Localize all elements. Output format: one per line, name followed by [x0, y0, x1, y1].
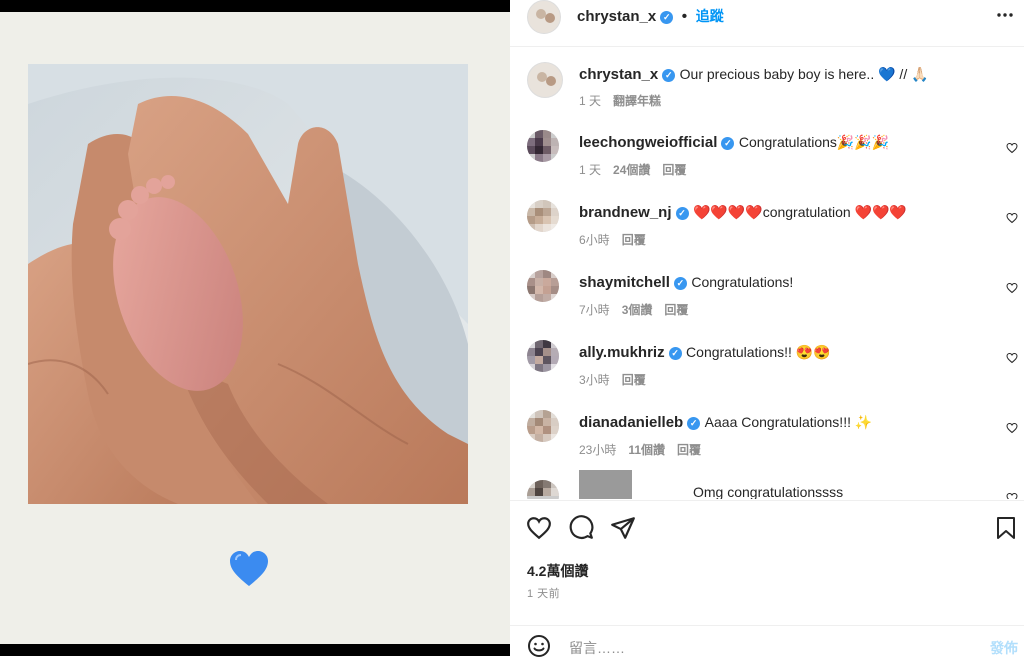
- reply-button[interactable]: 回覆: [677, 443, 701, 457]
- comment-item-partial: Omg congratulationssss: [510, 470, 1024, 499]
- comment-bubble-icon[interactable]: [568, 515, 594, 541]
- comment-likes-count[interactable]: 3個讚: [622, 303, 653, 317]
- verified-badge-icon: ✓: [673, 277, 687, 290]
- comment-text: ❤️❤️❤️❤️congratulation ❤️❤️❤️: [692, 204, 907, 220]
- comment-username[interactable]: ally.mukhriz: [579, 344, 665, 361]
- author-username[interactable]: chrystan_x: [577, 8, 656, 25]
- comment-time[interactable]: 1 天: [579, 163, 601, 177]
- verified-badge-icon: ✓: [687, 417, 701, 430]
- commenter-avatar[interactable]: [527, 480, 559, 499]
- post-details-panel: chrystan_x ✓ • 追蹤 chrystan_x ✓ Our preciou…: [510, 0, 1024, 657]
- comment-time[interactable]: 6小時: [579, 233, 610, 247]
- reply-button[interactable]: 回覆: [622, 233, 646, 247]
- verified-badge-icon: ✓: [668, 347, 682, 360]
- comment-username[interactable]: shaymitchell: [579, 274, 670, 291]
- comment-line: ally.mukhriz ✓ Congratulations!! 😍😍: [579, 344, 831, 362]
- comment-username[interactable]: leechongweiofficial: [579, 134, 717, 151]
- baby-feet-image: [28, 64, 468, 504]
- comment-heart-icon[interactable]: [1006, 212, 1018, 224]
- comment-text: Congratulations🎉🎉🎉: [738, 134, 890, 150]
- comment-heart-icon[interactable]: [1006, 422, 1018, 434]
- post-time-ago[interactable]: 1 天前: [527, 585, 560, 601]
- comment-time[interactable]: 23小時: [579, 443, 616, 457]
- comment-meta: 6小時 回覆: [579, 231, 658, 248]
- comment-username[interactable]: dianadanielleb: [579, 414, 683, 431]
- post-comment-button[interactable]: 發佈: [990, 638, 1018, 658]
- caption-row: chrystan_x ✓ Our precious baby boy is her…: [510, 62, 1024, 112]
- comment-line: dianadanielleb ✓ Aaaa Congratulations!!! …: [579, 414, 872, 432]
- emoji-smiley-icon[interactable]: [527, 634, 551, 658]
- caption-line: chrystan_x ✓ Our precious baby boy is her…: [579, 66, 929, 84]
- comment-line: leechongweiofficial ✓ Congratulations🎉🎉🎉: [579, 134, 889, 152]
- caption-time[interactable]: 1 天: [579, 94, 601, 108]
- caption-meta: 1 天翻譯年糕: [579, 92, 673, 109]
- commenter-avatar[interactable]: [527, 340, 559, 372]
- author-avatar[interactable]: [527, 0, 561, 34]
- censored-username-block: [579, 470, 632, 499]
- header-user-line: chrystan_x ✓ • 追蹤: [577, 6, 724, 26]
- comment-text: Aaaa Congratulations!!! ✨: [704, 414, 873, 430]
- verified-badge-icon: ✓: [660, 11, 674, 24]
- verified-badge-icon: ✓: [721, 137, 735, 150]
- comment-time[interactable]: 7小時: [579, 303, 610, 317]
- like-heart-icon[interactable]: [526, 515, 552, 541]
- verified-badge-icon: ✓: [662, 69, 676, 82]
- share-paper-plane-icon[interactable]: [610, 515, 636, 541]
- verified-badge-icon: ✓: [675, 207, 689, 220]
- commenter-avatar[interactable]: [527, 410, 559, 442]
- caption-text: Our precious baby boy is here.. 💙 // 🙏🏻: [679, 66, 929, 82]
- comment-item: leechongweiofficial ✓ Congratulations🎉🎉🎉 …: [510, 130, 1024, 180]
- reply-button[interactable]: 回覆: [664, 303, 688, 317]
- translate-button[interactable]: 翻譯年糕: [613, 94, 661, 108]
- separator-dot: •: [681, 8, 688, 25]
- comment-text: Congratulations!! 😍😍: [686, 344, 831, 360]
- reply-button[interactable]: 回覆: [622, 373, 646, 387]
- comment-meta: 1 天 24個讚 回覆: [579, 161, 698, 178]
- post-header: chrystan_x ✓ • 追蹤: [510, 0, 1024, 47]
- blue-heart-icon: [228, 548, 270, 590]
- commenter-avatar[interactable]: [527, 200, 559, 232]
- comment-likes-count[interactable]: 24個讚: [613, 163, 650, 177]
- comment-heart-icon[interactable]: [1006, 352, 1018, 364]
- post-likes-count[interactable]: 4.2萬個讚: [527, 561, 588, 581]
- comment-text: Congratulations!: [691, 274, 794, 290]
- comment-item: dianadanielleb ✓ Aaaa Congratulations!!! …: [510, 410, 1024, 460]
- comment-meta: 3小時 回覆: [579, 371, 658, 388]
- comment-meta: 7小時 3個讚 回覆: [579, 301, 700, 318]
- comment-line: Omg congratulationssss: [693, 484, 843, 499]
- comment-heart-icon[interactable]: [1006, 282, 1018, 294]
- comment-item: brandnew_nj ✓ ❤️❤️❤️❤️congratulation ❤️❤️…: [510, 200, 1024, 250]
- comment-heart-icon[interactable]: [1006, 142, 1018, 154]
- save-bookmark-icon[interactable]: [994, 515, 1018, 541]
- comment-meta: 23小時 11個讚 回覆: [579, 441, 713, 458]
- follow-button[interactable]: 追蹤: [696, 8, 724, 24]
- comment-item: ally.mukhriz ✓ Congratulations!! 😍😍 3小時 回覆: [510, 340, 1024, 390]
- comment-heart-icon[interactable]: [1006, 492, 1018, 499]
- post-media-panel: [0, 0, 510, 656]
- comment-likes-count[interactable]: 11個讚: [628, 443, 665, 457]
- comment-input[interactable]: 留言……: [569, 638, 625, 658]
- more-options-icon[interactable]: [996, 8, 1014, 27]
- comment-item: shaymitchell ✓ Congratulations! 7小時 3個讚 回覆: [510, 270, 1024, 320]
- caption-author-avatar[interactable]: [527, 62, 563, 98]
- reply-button[interactable]: 回覆: [662, 163, 686, 177]
- comment-text: Omg congratulationssss: [693, 484, 844, 499]
- post-actions-section: 4.2萬個讚 1 天前 留言…… 發佈: [510, 500, 1024, 657]
- add-comment-bar: 留言…… 發佈: [510, 625, 1024, 666]
- commenter-avatar[interactable]: [527, 270, 559, 302]
- caption-username[interactable]: chrystan_x: [579, 66, 658, 83]
- comment-username[interactable]: brandnew_nj: [579, 204, 672, 221]
- media-card: [0, 12, 510, 644]
- commenter-avatar[interactable]: [527, 130, 559, 162]
- comment-line: shaymitchell ✓ Congratulations!: [579, 274, 793, 292]
- comment-time[interactable]: 3小時: [579, 373, 610, 387]
- post-photo[interactable]: [28, 64, 468, 504]
- comment-line: brandnew_nj ✓ ❤️❤️❤️❤️congratulation ❤️❤️…: [579, 204, 907, 222]
